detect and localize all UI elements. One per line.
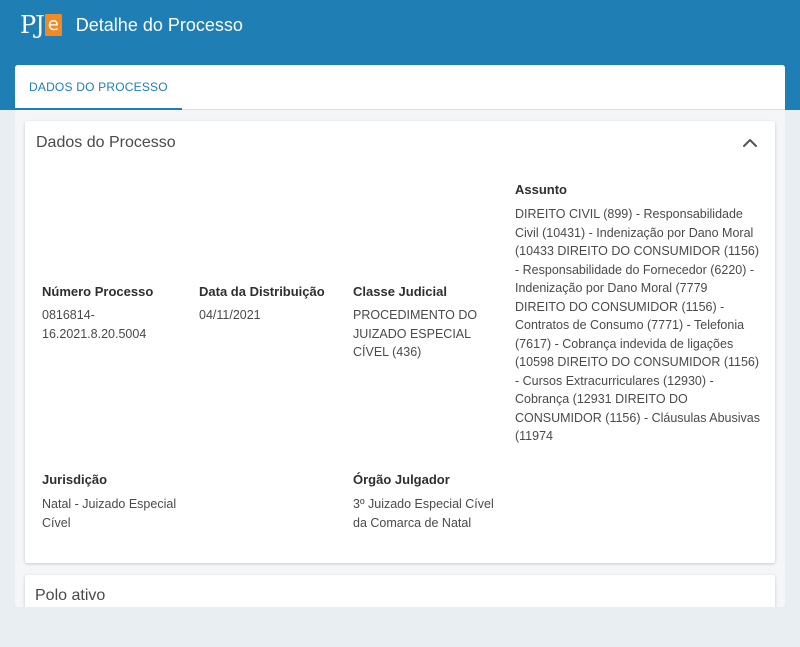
data-distribuicao-value: 04/11/2021 (199, 308, 261, 322)
numero-processo-label: Número Processo (42, 284, 154, 299)
jurisdicao-label: Jurisdição (42, 472, 108, 487)
tab-dados-do-processo[interactable]: DADOS DO PROCESSO (15, 65, 182, 110)
polo-ativo-title: Polo ativo (35, 587, 106, 604)
process-detail-card: DADOS DO PROCESSO Dados do Processo Núme… (15, 65, 785, 607)
page-title: Detalhe do Processo (75, 14, 243, 35)
tab-bar: DADOS DO PROCESSO (15, 65, 785, 110)
logo-e-mark: e (44, 14, 62, 36)
jurisdicao-value: Natal - Juizado Especial Cível (42, 497, 177, 530)
data-distribuicao-label: Data da Distribuição (199, 284, 325, 299)
orgao-julgador-label: Órgão Julgador (353, 472, 450, 487)
logo-text: PJ (20, 11, 45, 39)
dados-do-processo-panel: Dados do Processo Número Processo 081681… (25, 121, 775, 563)
classe-judicial-value: PROCEDIMENTO DO JUIZADO ESPECIAL CÍVEL (… (353, 308, 478, 359)
numero-processo-value: 0816814-16.2021.8.20.5004 (42, 308, 147, 341)
panel-header[interactable]: Dados do Processo (25, 121, 775, 167)
polo-ativo-panel[interactable]: Polo ativo (25, 575, 775, 607)
chevron-up-icon[interactable] (742, 135, 758, 151)
pje-logo[interactable]: PJ e (20, 10, 62, 40)
orgao-julgador-value: 3º Juizado Especial Cível da Comarca de … (353, 497, 494, 530)
top-bar: PJ e Detalhe do Processo (0, 0, 800, 50)
assunto-label: Assunto (515, 182, 567, 197)
panel-title: Dados do Processo (36, 134, 176, 151)
classe-judicial-label: Classe Judicial (353, 284, 447, 299)
assunto-value: DIREITO CIVIL (899) - Responsabilidade C… (515, 207, 760, 443)
